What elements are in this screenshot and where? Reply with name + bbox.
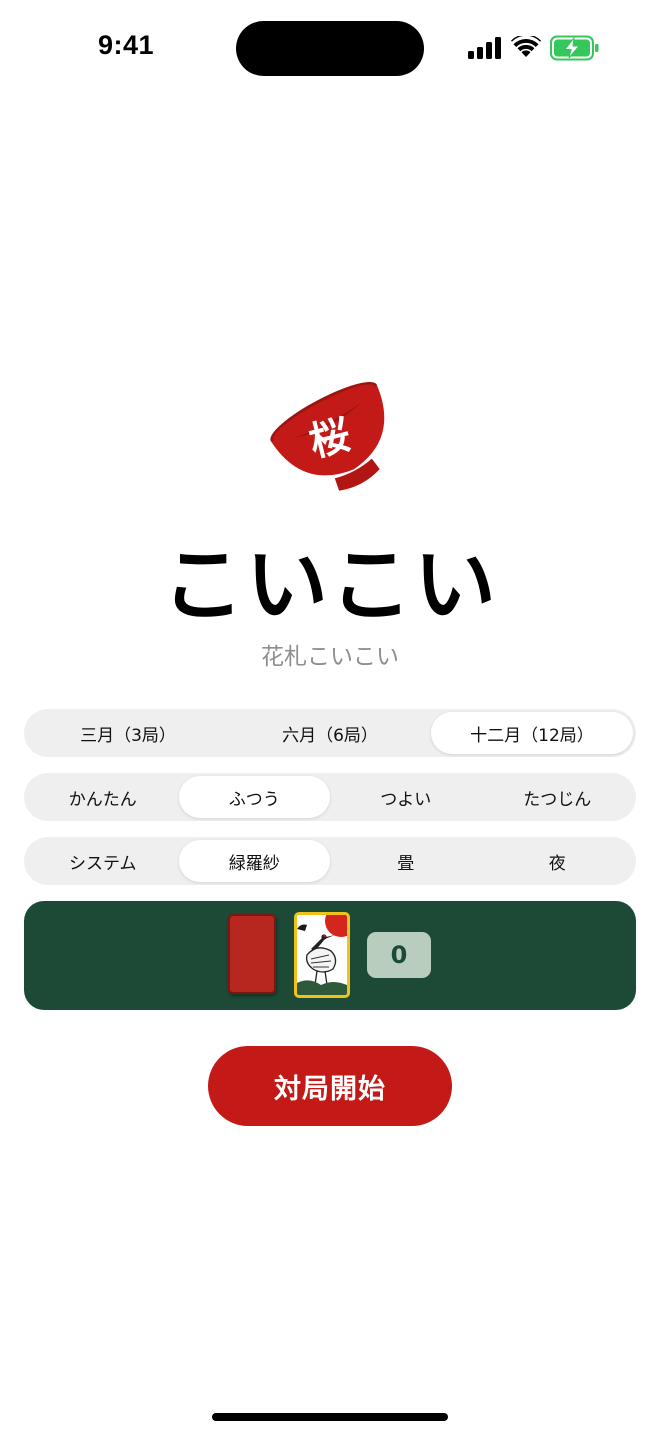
app-title: こいこい (161, 538, 498, 633)
card-back (228, 914, 276, 994)
segment-rounds-3[interactable]: 三月（3局） (27, 712, 229, 754)
wifi-icon (511, 36, 541, 57)
theme-preview-board: 0 (24, 901, 636, 1010)
signal-icon (468, 37, 501, 59)
segment-difficulty-normal[interactable]: ふつう (178, 776, 330, 818)
app-subtitle: 花札こいこい (261, 644, 399, 670)
segment-theme-system[interactable]: システム (27, 840, 179, 882)
segment-difficulty-easy[interactable]: かんたん (27, 776, 179, 818)
battery-charging-icon (550, 35, 599, 61)
segment-difficulty-expert[interactable]: たつじん (482, 776, 634, 818)
crane-icon (297, 915, 347, 995)
home-indicator (212, 1413, 448, 1421)
crane-and-sun-card (294, 912, 350, 998)
segment-rounds-6[interactable]: 六月（6局） (229, 712, 431, 754)
difficulty-segmented-control: かんたん ふつう つよい たつじん (24, 773, 636, 821)
status-time: 9:41 (98, 30, 155, 60)
segment-theme-green-felt[interactable]: 緑羅紗 (178, 840, 330, 882)
segment-difficulty-hard[interactable]: つよい (330, 776, 482, 818)
segment-theme-tatami[interactable]: 畳 (330, 840, 482, 882)
sakazuki-cup-logo: 桜 (270, 370, 400, 498)
start-game-button[interactable]: 対局開始 (208, 1046, 452, 1126)
theme-segmented-control: システム 緑羅紗 畳 夜 (24, 837, 636, 885)
rounds-segmented-control: 三月（3局） 六月（6局） 十二月（12局） (24, 709, 636, 757)
segment-theme-night[interactable]: 夜 (482, 840, 634, 882)
segment-rounds-12[interactable]: 十二月（12局） (431, 712, 633, 754)
dynamic-island (236, 21, 424, 76)
score-badge: 0 (367, 932, 431, 978)
